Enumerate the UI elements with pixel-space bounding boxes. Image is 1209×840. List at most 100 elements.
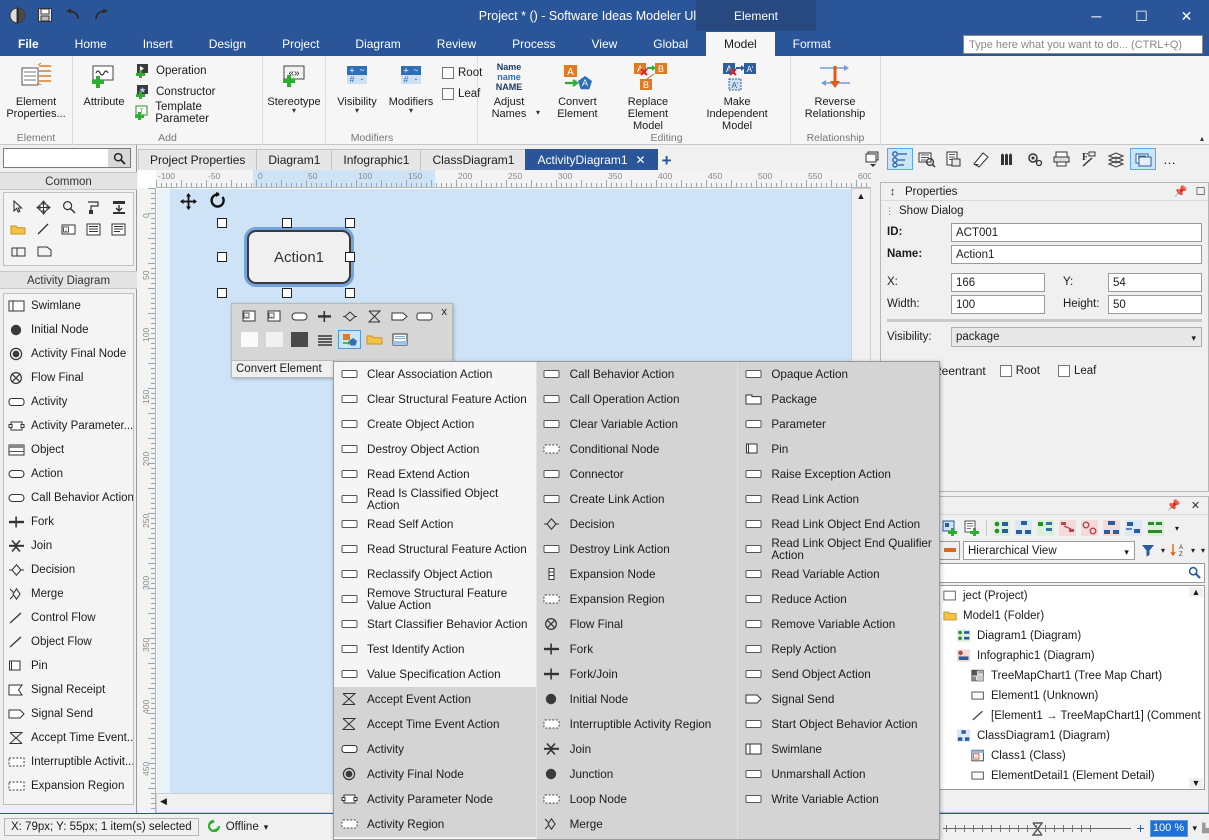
folder-icon[interactable] bbox=[363, 330, 386, 349]
ribbon-tab-view[interactable]: View bbox=[574, 32, 636, 56]
toolbox-item-list[interactable]: Swimlane Initial Node Activity Final Node F… bbox=[3, 293, 134, 805]
sequence-diagram-icon[interactable] bbox=[1057, 518, 1077, 538]
menu-item-connector[interactable]: Connector bbox=[537, 462, 738, 487]
close-button[interactable]: ✕ bbox=[1164, 0, 1209, 32]
menu-item-swimlane[interactable]: Swimlane bbox=[738, 737, 939, 762]
toolbox-item-activity-parameter[interactable]: Activity Parameter... bbox=[4, 414, 133, 438]
width-input[interactable]: 100 bbox=[951, 294, 1045, 314]
layers-icon[interactable] bbox=[1103, 148, 1129, 170]
signal-send-icon[interactable] bbox=[388, 307, 411, 326]
menu-item-remove-variable-action[interactable]: Remove Variable Action bbox=[738, 612, 939, 637]
accept-event-icon[interactable] bbox=[363, 307, 386, 326]
menu-item-expansion-node[interactable]: Expansion Node bbox=[537, 562, 738, 587]
toolbox-item-fork[interactable]: Fork bbox=[4, 510, 133, 534]
reverse-relationship-button[interactable]: Reverse Relationship bbox=[795, 58, 875, 122]
move-handle-icon[interactable] bbox=[179, 192, 198, 216]
id-input[interactable]: ACT001 bbox=[951, 222, 1202, 242]
format-painter-icon[interactable]: F bbox=[1076, 148, 1102, 170]
menu-item-conditional-node[interactable]: Conditional Node bbox=[537, 437, 738, 462]
zoom-slider[interactable] bbox=[943, 822, 1132, 836]
resize-grip-icon[interactable]: ▙ bbox=[1202, 823, 1209, 834]
chevron-down-icon[interactable]: ▾ bbox=[1161, 546, 1165, 555]
show-dialog-button[interactable]: ⋮ Show Dialog bbox=[881, 201, 1208, 221]
connection-status[interactable]: Offline ▾ bbox=[207, 819, 268, 836]
tree-node[interactable]: ElementDetail1 (Element Detail) bbox=[940, 766, 1204, 786]
menu-item-remove-structural-feature-value-action[interactable]: Remove Structural Feature Value Action bbox=[334, 587, 536, 612]
menu-item-decision[interactable]: Decision bbox=[537, 512, 738, 537]
menu-item-clear-structural-feature-action[interactable]: Clear Structural Feature Action bbox=[334, 387, 536, 412]
menu-item-read-link-object-end-action[interactable]: Read Link Object End Action bbox=[738, 512, 939, 537]
ribbon-collapse-icon[interactable]: ▴ bbox=[1200, 135, 1204, 143]
resize-handle-nw[interactable] bbox=[217, 218, 227, 228]
model-tree[interactable]: ject (Project) Model1 (Folder) Diagram1 (D… bbox=[939, 585, 1205, 790]
menu-item-clear-association-action[interactable]: Clear Association Action bbox=[334, 362, 536, 387]
toolbox-item-initial-node[interactable]: Initial Node bbox=[4, 318, 133, 342]
name-input[interactable]: Action1 bbox=[951, 244, 1202, 264]
resize-handle-sw[interactable] bbox=[217, 288, 227, 298]
convert-element-button[interactable]: A A Convert Element bbox=[547, 58, 608, 122]
toolbox-item-pin[interactable]: Pin bbox=[4, 654, 133, 678]
zoom-level-value[interactable]: 100 % bbox=[1149, 819, 1188, 837]
menu-item-read-is-classified-object-action[interactable]: Read Is Classified Object Action bbox=[334, 487, 536, 512]
stereotype-button[interactable]: «» Stereotype ▾ bbox=[267, 58, 321, 116]
collapse-icon[interactable]: ↕ bbox=[885, 186, 900, 198]
class-diagram-icon[interactable] bbox=[1013, 518, 1033, 538]
tree-node[interactable]: ClassDiagram1 (Diagram) bbox=[940, 726, 1204, 746]
template-parameter-button[interactable]: T Template Parameter bbox=[131, 101, 258, 125]
menu-item-create-object-action[interactable]: Create Object Action bbox=[334, 412, 536, 437]
tree-view-mode-select[interactable]: Hierarchical View ▾ bbox=[963, 540, 1135, 560]
chevron-down-icon[interactable]: ▾ bbox=[292, 107, 296, 115]
menu-item-reply-action[interactable]: Reply Action bbox=[738, 637, 939, 662]
close-icon[interactable]: ✕ bbox=[1188, 499, 1203, 512]
chevron-down-icon[interactable]: ▾ bbox=[409, 107, 413, 115]
other-diagram-icon[interactable] bbox=[1145, 518, 1165, 538]
menu-item-parameter[interactable]: Parameter bbox=[738, 412, 939, 437]
menu-item-activity-region[interactable]: Activity Region bbox=[334, 812, 536, 837]
toolbox-search-input[interactable] bbox=[3, 148, 131, 168]
menu-item-activity-parameter-node[interactable]: Activity Parameter Node bbox=[334, 787, 536, 812]
toolbox-item-call-behavior-action[interactable]: Call Behavior Action bbox=[4, 486, 133, 510]
toolbox-item-accept-time-event[interactable]: Accept Time Event... bbox=[4, 726, 133, 750]
close-icon[interactable]: ✕ bbox=[636, 153, 646, 167]
menu-item-read-structural-feature-action[interactable]: Read Structural Feature Action bbox=[334, 537, 536, 562]
toolbox-item-expansion-node[interactable]: Expansion Node bbox=[4, 798, 133, 804]
fork-icon[interactable] bbox=[313, 307, 336, 326]
activity-icon[interactable] bbox=[413, 307, 436, 326]
menu-item-read-link-object-end-qualifier-action[interactable]: Read Link Object End Qualifier Action bbox=[738, 537, 939, 562]
ribbon-tab-insert[interactable]: Insert bbox=[125, 32, 191, 56]
tree-node[interactable]: c Class1 (Class) bbox=[940, 746, 1204, 766]
toolbox-item-activity[interactable]: Activity bbox=[4, 390, 133, 414]
menu-item-activity[interactable]: Activity bbox=[334, 737, 536, 762]
region-icon[interactable] bbox=[32, 240, 57, 262]
ribbon-tab-design[interactable]: Design bbox=[191, 32, 264, 56]
fill-dark-icon[interactable] bbox=[288, 330, 311, 349]
window-layout-icon[interactable] bbox=[860, 148, 886, 170]
documentation-icon[interactable] bbox=[941, 148, 967, 170]
menu-item-fork[interactable]: Fork bbox=[537, 637, 738, 662]
chevron-down-icon[interactable]: ▾ bbox=[1193, 823, 1198, 834]
ribbon-tab-review[interactable]: Review bbox=[419, 32, 494, 56]
tree-node[interactable]: [ElementDetail1 → Class1] (Comment Co bbox=[940, 786, 1204, 789]
convert-element-menu[interactable]: Clear Association Action Clear Structural… bbox=[333, 361, 940, 840]
maximize-button[interactable]: ☐ bbox=[1119, 0, 1164, 32]
root-checkbox-props[interactable]: Root bbox=[996, 361, 1044, 382]
ribbon-tab-diagram[interactable]: Diagram bbox=[337, 32, 418, 56]
group-icon[interactable] bbox=[6, 240, 31, 262]
add-document-icon[interactable] bbox=[962, 518, 982, 538]
toolbox-item-expansion-region[interactable]: Expansion Region bbox=[4, 774, 133, 798]
pin-icon[interactable]: 📌 bbox=[1166, 499, 1181, 512]
toolbox-item-signal-receipt[interactable]: Signal Receipt bbox=[4, 678, 133, 702]
toolbox-item-merge[interactable]: Merge bbox=[4, 582, 133, 606]
menu-item-read-self-action[interactable]: Read Self Action bbox=[334, 512, 536, 537]
save-icon[interactable] bbox=[34, 4, 56, 26]
menu-item-test-identify-action[interactable]: Test Identify Action bbox=[334, 637, 536, 662]
convert-element-icon[interactable] bbox=[338, 330, 361, 349]
toolbox-item-decision[interactable]: Decision bbox=[4, 558, 133, 582]
menu-item-package[interactable]: Package bbox=[738, 387, 939, 412]
layout-icon[interactable] bbox=[388, 330, 411, 349]
folder-icon[interactable] bbox=[6, 218, 30, 240]
note-icon[interactable] bbox=[82, 218, 106, 240]
toolbox-item-control-flow[interactable]: Control Flow bbox=[4, 606, 133, 630]
menu-item-destroy-link-action[interactable]: Destroy Link Action bbox=[537, 537, 738, 562]
toolbox-item-object-flow[interactable]: Object Flow bbox=[4, 630, 133, 654]
